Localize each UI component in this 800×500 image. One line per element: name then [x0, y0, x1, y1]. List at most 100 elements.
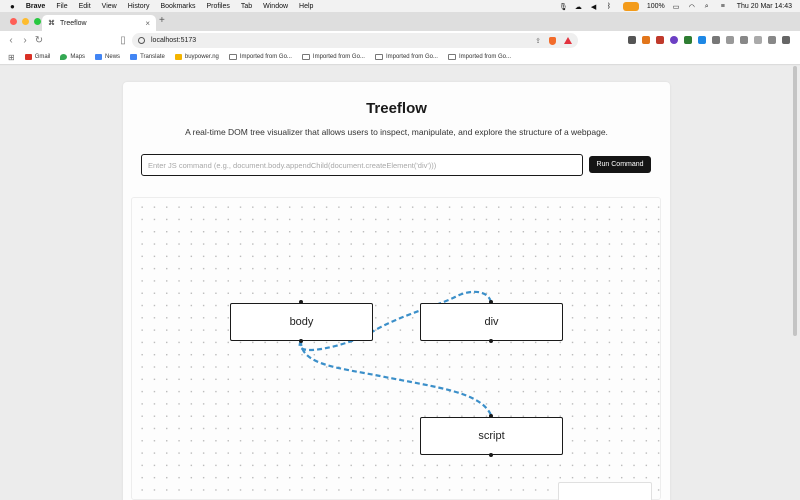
- menu-profiles[interactable]: Profiles: [207, 3, 230, 10]
- bookmark-label: Imported from Go...: [458, 54, 512, 60]
- battery-icon[interactable]: ▭: [673, 3, 681, 11]
- tab-favicon-icon: ⌘: [48, 20, 55, 27]
- extension-icon[interactable]: [628, 36, 636, 44]
- node-handle-top[interactable]: [489, 300, 493, 304]
- bookmark-folder[interactable]: Imported from Go...: [374, 54, 438, 60]
- apple-icon[interactable]: ●: [10, 2, 15, 11]
- recording-indicator-icon[interactable]: [622, 1, 639, 11]
- bookmark-folder[interactable]: Imported from Go...: [301, 54, 365, 60]
- vpn-icon[interactable]: [768, 36, 776, 44]
- tab-treeflow[interactable]: ⌘ Treeflow ×: [42, 15, 156, 31]
- extension-icon[interactable]: [670, 36, 678, 44]
- menu-bookmarks[interactable]: Bookmarks: [160, 3, 195, 10]
- new-tab-button[interactable]: +: [159, 15, 165, 26]
- folder-icon: [374, 54, 383, 60]
- node-handle-top[interactable]: [299, 300, 303, 304]
- bookmark-label: News: [105, 54, 121, 60]
- share-icon[interactable]: ⇪: [535, 37, 541, 45]
- wifi-icon[interactable]: ◠: [689, 3, 697, 11]
- page-scrollbar[interactable]: [793, 66, 797, 336]
- extensions-puzzle-icon[interactable]: [712, 36, 720, 44]
- close-window-button[interactable]: [10, 18, 17, 25]
- bookmark-label: Imported from Go...: [385, 54, 438, 60]
- node-handle-bottom[interactable]: [489, 339, 493, 343]
- menu-tab[interactable]: Tab: [241, 3, 252, 10]
- zoom-window-button[interactable]: [34, 18, 41, 25]
- menu-bar: ● Brave File Edit View History Bookmarks…: [0, 0, 800, 12]
- apps-grid-icon[interactable]: ⊞: [8, 53, 15, 62]
- tab-title: Treeflow: [60, 19, 87, 27]
- bookmark-label: Imported from Go...: [239, 54, 292, 60]
- battery-percent: 100%: [646, 2, 665, 10]
- back-button[interactable]: ‹: [4, 35, 18, 46]
- folder-icon: [301, 54, 310, 60]
- bookmarks-bar: ⊞ Gmail Maps News Translate buypower.ng …: [0, 50, 800, 65]
- bookmark-folder[interactable]: Imported from Go...: [447, 54, 512, 60]
- bookmark-label: buypower.ng: [184, 54, 219, 60]
- page-subtitle: A real-time DOM tree visualizer that all…: [185, 127, 608, 137]
- menu-history[interactable]: History: [128, 3, 150, 10]
- run-command-button[interactable]: Run Command: [589, 156, 651, 173]
- folder-icon: [447, 54, 456, 60]
- node-handle-top[interactable]: [489, 414, 493, 418]
- bookmark-gmail[interactable]: Gmail: [24, 54, 51, 60]
- js-command-input[interactable]: [141, 154, 583, 176]
- bookmark-translate[interactable]: Translate: [130, 54, 165, 60]
- wallet-icon[interactable]: [740, 36, 748, 44]
- menu-app-name[interactable]: Brave: [26, 3, 45, 10]
- sidebar-icon[interactable]: [726, 36, 734, 44]
- bookmark-folder[interactable]: Imported from Go...: [228, 54, 292, 60]
- menu-view[interactable]: View: [102, 3, 117, 10]
- close-tab-icon[interactable]: ×: [145, 19, 150, 28]
- reload-button[interactable]: ↻: [32, 35, 46, 46]
- browser-toolbar: ‹ › ↻ ▯ localhost:5173 ⇪: [0, 31, 800, 50]
- bookmark-buypower[interactable]: buypower.ng: [174, 54, 219, 60]
- forward-button[interactable]: ›: [18, 35, 32, 46]
- gmail-icon: [24, 54, 32, 60]
- volume-icon[interactable]: ◀: [591, 3, 599, 11]
- url-text[interactable]: localhost:5173: [151, 37, 196, 44]
- node-handle-bottom[interactable]: [489, 453, 493, 457]
- bookmark-label: Maps: [70, 54, 86, 60]
- clock[interactable]: Thu 20 Mar 14:43: [737, 3, 792, 10]
- news-icon: [95, 54, 103, 60]
- page-title: Treeflow: [366, 100, 427, 117]
- menu-edit[interactable]: Edit: [79, 3, 91, 10]
- node-handle-bottom[interactable]: [299, 339, 303, 343]
- bookmark-maps[interactable]: Maps: [60, 54, 85, 60]
- menu-file[interactable]: File: [56, 3, 67, 10]
- metamask-icon[interactable]: [642, 36, 650, 44]
- folder-icon: [228, 54, 237, 60]
- extension-icon[interactable]: [698, 36, 706, 44]
- bookmark-news[interactable]: News: [95, 54, 120, 60]
- tree-node-div[interactable]: div: [420, 303, 563, 341]
- tree-node-body[interactable]: body: [230, 303, 373, 341]
- maps-icon: [60, 54, 68, 60]
- address-bar[interactable]: localhost:5173 ⇪: [132, 33, 578, 48]
- translate-icon: [130, 54, 138, 60]
- menu-help[interactable]: Help: [299, 3, 313, 10]
- search-icon[interactable]: ⌕: [705, 3, 713, 10]
- window-controls: [10, 18, 41, 25]
- leo-icon[interactable]: [754, 36, 762, 44]
- control-center-icon[interactable]: ≡: [721, 3, 729, 10]
- tree-canvas[interactable]: [131, 197, 661, 500]
- bluetooth-icon[interactable]: ᛒ: [607, 3, 615, 10]
- extension-icon[interactable]: [656, 36, 664, 44]
- cloud-icon[interactable]: ☁: [575, 3, 583, 11]
- bookmark-label: Translate: [140, 54, 165, 60]
- menu-window[interactable]: Window: [263, 3, 288, 10]
- microphone-icon[interactable]: 🎙: [559, 3, 568, 11]
- canvas-minimap[interactable]: [558, 482, 652, 500]
- bookmark-label: Gmail: [34, 54, 51, 60]
- minimize-window-button[interactable]: [22, 18, 29, 25]
- tree-node-script[interactable]: script: [420, 417, 563, 455]
- node-label: div: [484, 316, 499, 328]
- bookmark-label: Imported from Go...: [312, 54, 365, 60]
- brave-rewards-icon[interactable]: [564, 37, 572, 44]
- site-info-icon[interactable]: [138, 37, 145, 44]
- menu-icon[interactable]: [782, 36, 790, 44]
- bookmark-icon[interactable]: ▯: [116, 35, 130, 46]
- extension-icon[interactable]: [684, 36, 692, 44]
- brave-shields-icon[interactable]: [549, 36, 556, 45]
